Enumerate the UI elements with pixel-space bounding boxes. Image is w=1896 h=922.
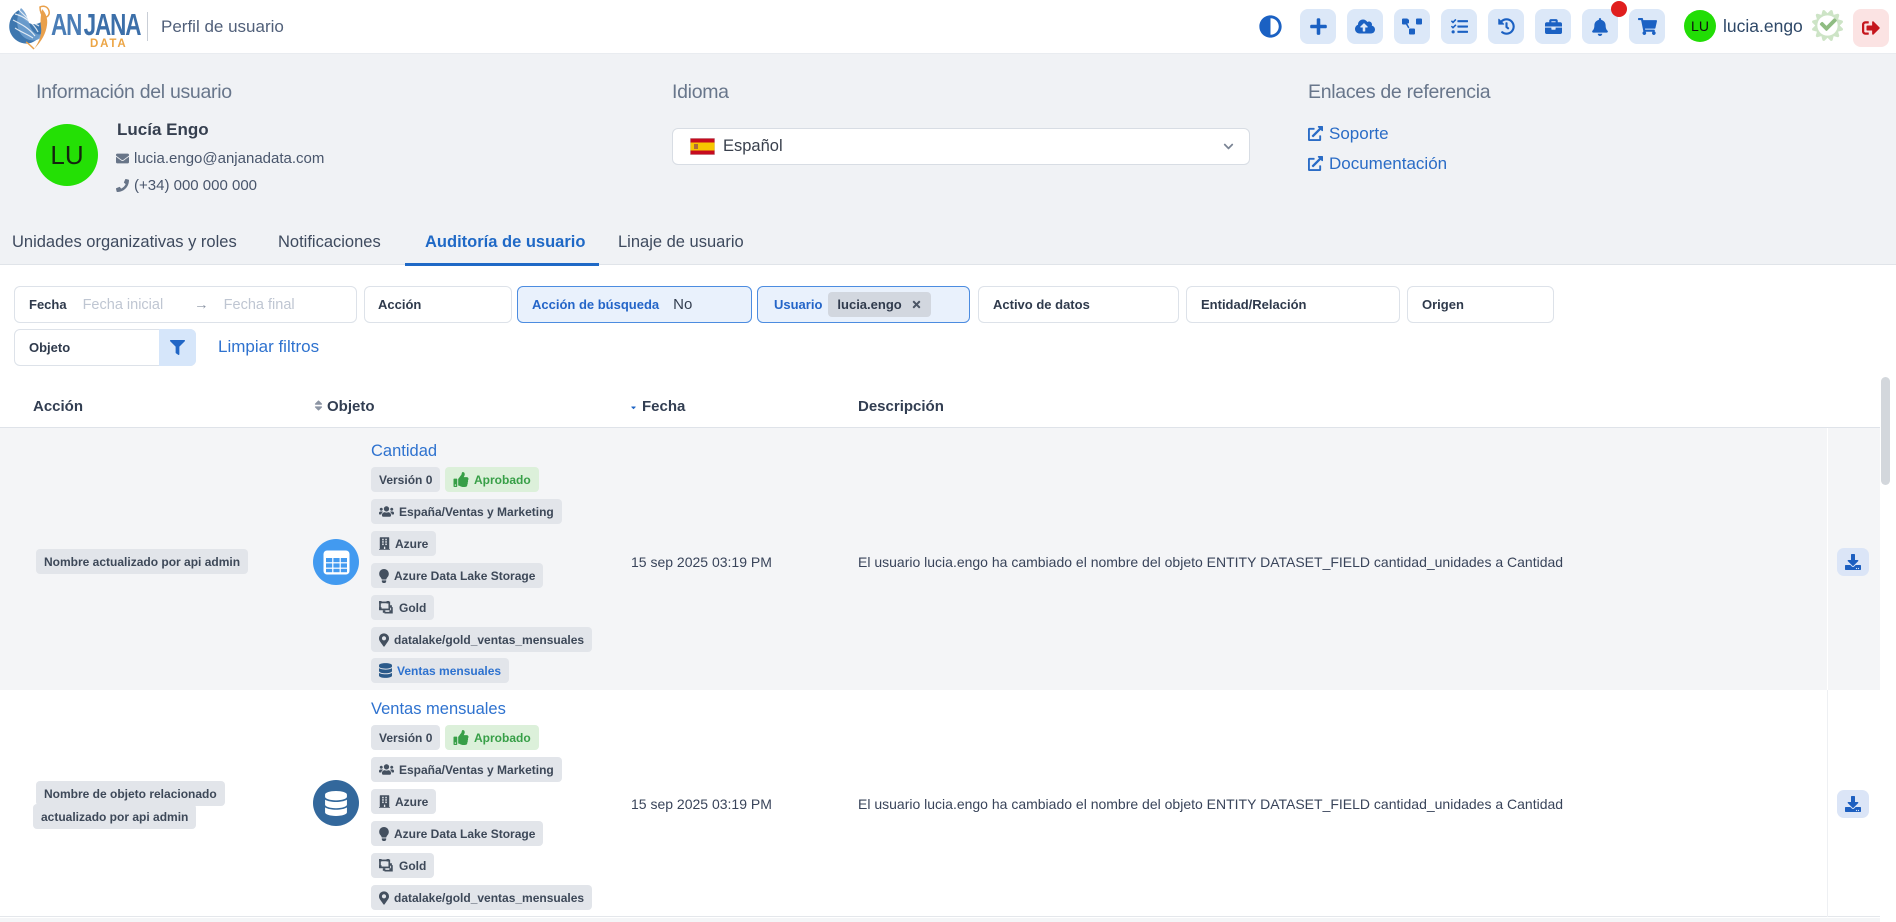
svg-text:AN: AN (51, 6, 81, 41)
svg-text:DATA: DATA (90, 38, 127, 50)
svg-text:JANA: JANA (84, 6, 141, 41)
